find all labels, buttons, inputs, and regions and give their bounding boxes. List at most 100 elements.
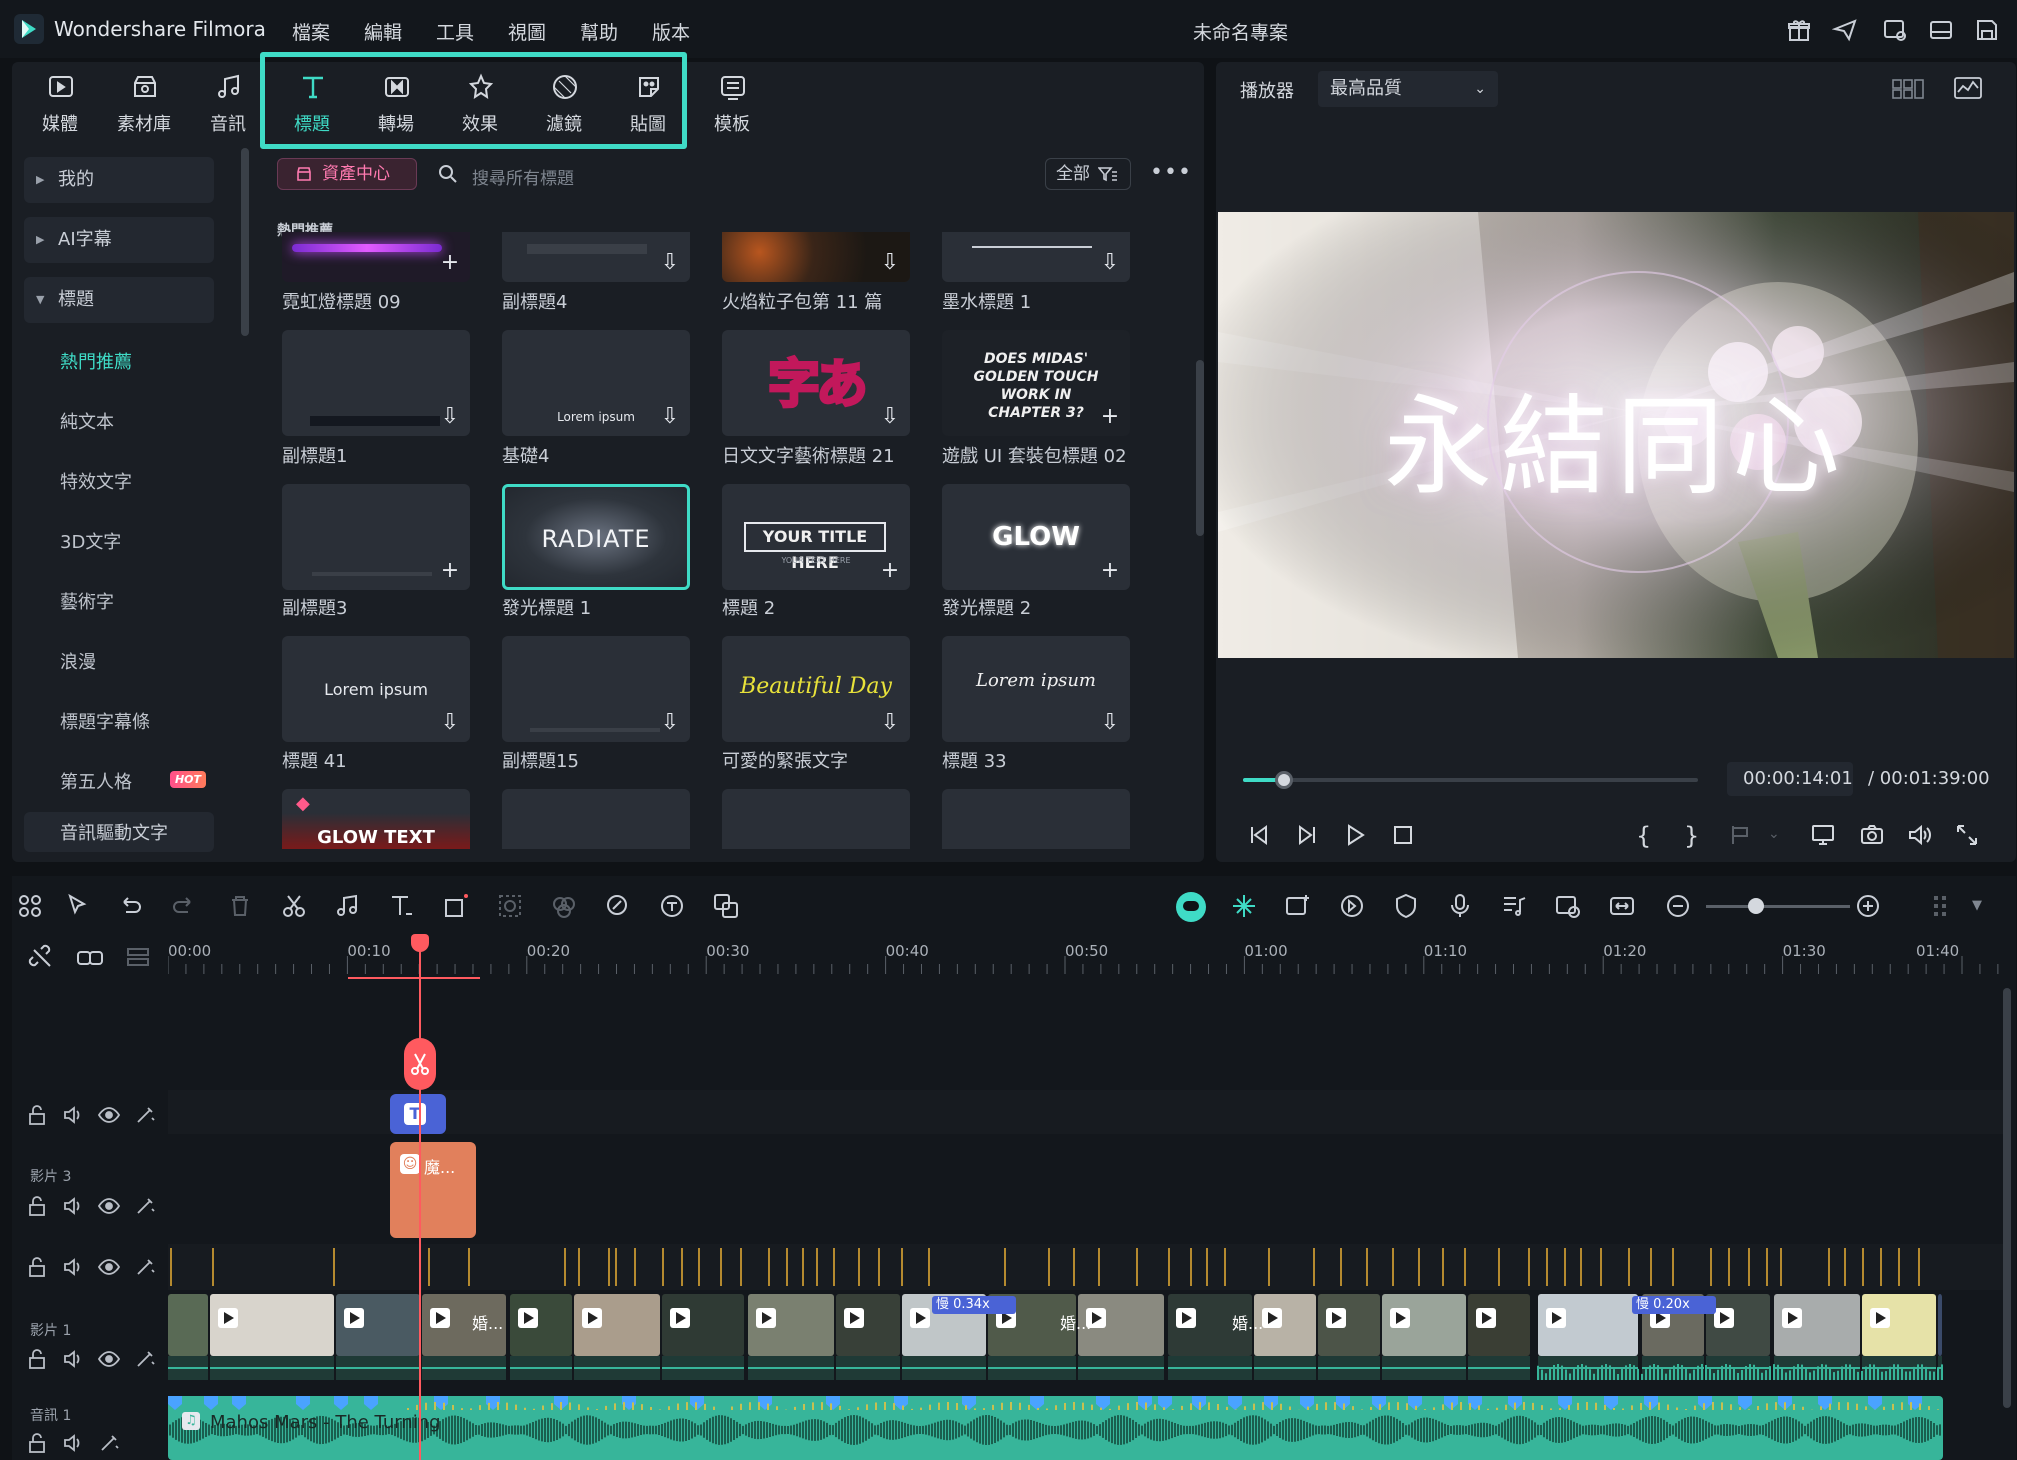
download-icon[interactable]: ⇩	[658, 252, 682, 276]
zoom-slider-handle[interactable]	[1748, 898, 1764, 914]
sticker-clip[interactable]: ☺ 魔...	[390, 1142, 476, 1238]
sidebar-sub-hot[interactable]: 熱門推薦	[60, 348, 132, 374]
download-icon[interactable]: ⇩	[878, 406, 902, 430]
grid-view-icon[interactable]	[1892, 78, 1924, 100]
playhead-handle[interactable]	[411, 934, 429, 952]
fit-timeline-icon[interactable]	[1608, 892, 1636, 920]
color-blend-icon[interactable]	[550, 892, 578, 920]
zoom-out-icon[interactable]	[1664, 892, 1692, 920]
speech-to-text-icon[interactable]	[658, 892, 686, 920]
unlink-icon[interactable]	[28, 944, 56, 972]
menu-tools[interactable]: 工具	[436, 18, 474, 45]
step-forward-icon[interactable]	[1294, 822, 1320, 848]
download-icon[interactable]: ⇩	[658, 406, 682, 430]
eye-icon[interactable]	[98, 1348, 120, 1370]
layout-grid-icon[interactable]	[16, 892, 44, 920]
grid-scrollbar[interactable]	[1196, 360, 1204, 536]
title-card-title-41[interactable]: Lorem ipsum ⇩	[282, 636, 470, 742]
download-icon[interactable]: ⇩	[1098, 252, 1122, 276]
download-icon[interactable]: ⇩	[438, 712, 462, 736]
speaker-icon[interactable]	[62, 1104, 84, 1126]
select-arrow-icon[interactable]	[64, 892, 92, 920]
lock-icon[interactable]	[26, 1256, 48, 1278]
sidebar-sub-plain[interactable]: 純文本	[60, 408, 114, 434]
toolbar-templates-button[interactable]: 模板	[694, 66, 770, 140]
toolbar-stock-button[interactable]: 素材庫	[106, 66, 182, 140]
insert-icon[interactable]	[1728, 822, 1754, 848]
title-card-japanese-21[interactable]: 字あ ⇩	[722, 330, 910, 436]
title-card-blank-b[interactable]	[722, 789, 910, 849]
menu-edit[interactable]: 編輯	[364, 18, 402, 45]
magic-wand-icon[interactable]	[134, 1348, 156, 1370]
step-back-icon[interactable]	[1246, 822, 1272, 848]
translate-icon[interactable]	[712, 892, 740, 920]
link-clip-icon[interactable]	[76, 944, 104, 972]
chevron-down-icon[interactable]: ⌄	[1768, 826, 1794, 852]
snapshot-timeline-icon[interactable]	[1554, 892, 1582, 920]
mark-out-icon[interactable]: }	[1684, 822, 1710, 850]
lock-icon[interactable]	[26, 1432, 48, 1454]
title-card-cute-tense[interactable]: Beautiful Day ⇩	[722, 636, 910, 742]
sidebar-sub-effect-text[interactable]: 特效文字	[60, 468, 132, 494]
speaker-icon[interactable]	[62, 1195, 84, 1217]
scissors-icon[interactable]	[280, 892, 308, 920]
menu-view[interactable]: 視圖	[508, 18, 546, 45]
sidebar-scrollbar[interactable]	[241, 148, 249, 336]
text-tool-icon[interactable]	[388, 892, 416, 920]
scopes-icon[interactable]	[1954, 76, 1982, 100]
layout-icon[interactable]	[1928, 17, 1954, 43]
download-icon[interactable]: ⇩	[1098, 712, 1122, 736]
title-card-title-2[interactable]: YOUR TITLE HERE YOUR TEXT HERE +	[722, 484, 910, 590]
stop-icon[interactable]	[1390, 822, 1416, 848]
playback-progress-handle[interactable]	[1274, 771, 1293, 789]
download-icon[interactable]: ⇩	[658, 712, 682, 736]
sidebar-sub-3d[interactable]: 3D文字	[60, 528, 121, 554]
menu-help[interactable]: 幫助	[580, 18, 618, 45]
send-icon[interactable]	[1832, 17, 1858, 43]
shield-icon[interactable]	[1392, 892, 1420, 920]
sidebar-item-ai-caption[interactable]: ▶ AI字幕	[24, 217, 214, 263]
title-card-neon-09[interactable]: +	[282, 232, 470, 282]
title-card-game-ui-02[interactable]: DOES MIDAS' GOLDEN TOUCH WORK IN CHAPTER…	[942, 330, 1130, 436]
add-icon[interactable]: +	[878, 560, 902, 584]
play-icon[interactable]	[1342, 822, 1368, 848]
add-icon[interactable]: +	[1098, 560, 1122, 584]
download-icon[interactable]: ⇩	[878, 712, 902, 736]
ai-edit-icon[interactable]	[604, 892, 632, 920]
title-clip[interactable]: T	[390, 1094, 446, 1134]
sidebar-item-audio-text[interactable]: 音訊驅動文字	[24, 812, 214, 852]
chevron-down-icon[interactable]: ▼	[1972, 898, 1982, 913]
playback-progress-track[interactable]	[1243, 771, 1698, 789]
title-card-subtitle-15[interactable]: ⇩	[502, 636, 690, 742]
audio-mixer-icon[interactable]	[1500, 892, 1528, 920]
volume-icon[interactable]	[1906, 822, 1932, 848]
download-icon[interactable]: ⇩	[878, 252, 902, 276]
search-input[interactable]: 搜尋所有標題	[472, 164, 574, 189]
ai-assistant-icon[interactable]	[1176, 892, 1206, 922]
delete-icon[interactable]	[226, 892, 254, 920]
quality-select[interactable]: 最高品質 ⌄	[1318, 71, 1498, 107]
magic-wand-icon[interactable]	[134, 1104, 156, 1126]
gift-icon[interactable]	[1786, 17, 1812, 43]
lock-icon[interactable]	[26, 1195, 48, 1217]
title-card-basic-4[interactable]: Lorem ipsum ⇩	[502, 330, 690, 436]
toolbar-media-button[interactable]: 媒體	[22, 66, 98, 140]
auto-ripple-icon[interactable]	[1230, 892, 1258, 920]
sidebar-sub-lower-third[interactable]: 標題字幕條	[60, 708, 150, 734]
toolbar-audio-button[interactable]: 音訊	[190, 66, 266, 140]
render-queue-icon[interactable]	[1882, 17, 1908, 43]
magic-wand-icon[interactable]	[98, 1432, 120, 1454]
add-icon[interactable]: +	[438, 560, 462, 584]
split-scissors-button[interactable]	[404, 1038, 436, 1090]
zoom-in-icon[interactable]	[1854, 892, 1882, 920]
menu-version[interactable]: 版本	[652, 18, 690, 45]
title-card-blank-c[interactable]	[942, 789, 1130, 849]
speed-ramp-icon[interactable]	[1338, 892, 1366, 920]
display-monitor-icon[interactable]	[1810, 822, 1836, 848]
sidebar-sub-identity-v[interactable]: 第五人格	[60, 768, 132, 794]
sidebar-item-mine[interactable]: ▶ 我的	[24, 157, 214, 203]
title-card-fire-particles[interactable]: ⇩	[722, 232, 910, 282]
add-icon[interactable]: +	[438, 252, 462, 276]
fullscreen-icon[interactable]	[1954, 822, 1980, 848]
speaker-icon[interactable]	[62, 1432, 84, 1454]
